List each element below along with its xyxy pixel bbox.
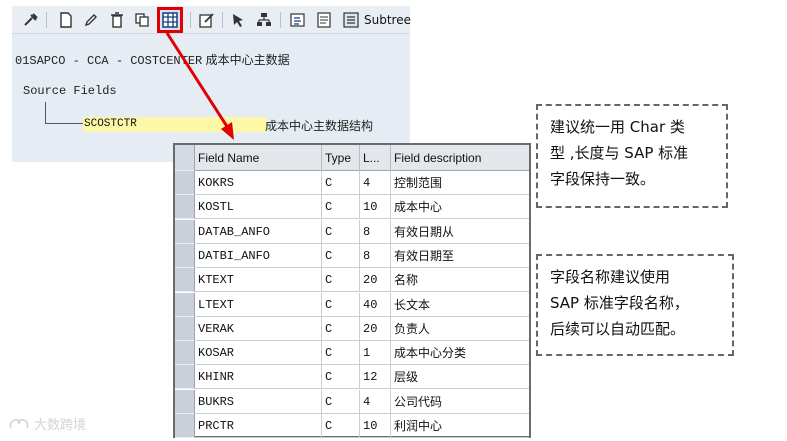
cell-description[interactable]: 成本中心 bbox=[391, 195, 529, 219]
row-selector[interactable] bbox=[175, 219, 195, 244]
table-row[interactable]: PRCTR C 10 利润中心 bbox=[175, 414, 529, 438]
cell-length[interactable]: 10 bbox=[360, 195, 391, 220]
cell-description[interactable]: 成本中心分类 bbox=[391, 341, 529, 365]
column-header-length[interactable]: L... bbox=[360, 145, 391, 171]
note-line: 建议统一用 Char 类 bbox=[550, 118, 685, 136]
watermark-text: 大数跨境 bbox=[34, 418, 87, 433]
table-row[interactable]: VERAK C 20 负责人 bbox=[175, 316, 529, 341]
table-row[interactable]: BUKRS C 4 公司代码 bbox=[175, 389, 529, 414]
table-row[interactable]: DATBI_ANFO C 8 有效日期至 bbox=[175, 243, 529, 268]
cell-description[interactable]: 利润中心 bbox=[391, 414, 529, 438]
row-selector[interactable] bbox=[175, 292, 195, 317]
note-line: 型 ,长度与 SAP 标准 bbox=[550, 144, 689, 162]
note-line: SAP 标准字段名称， bbox=[550, 294, 689, 312]
table-header: Field Name Type L... Field description bbox=[175, 145, 529, 171]
cell-description[interactable]: 公司代码 bbox=[391, 390, 529, 414]
row-selector[interactable] bbox=[175, 414, 195, 438]
cell-description[interactable]: 长文本 bbox=[391, 293, 529, 317]
select-all-cell[interactable] bbox=[175, 145, 195, 171]
table-row[interactable]: KHINR C 12 层级 bbox=[175, 365, 529, 390]
table-row[interactable]: DATAB_ANFO C 8 有效日期从 bbox=[175, 219, 529, 244]
row-selector[interactable] bbox=[175, 171, 195, 195]
note-line: 后续可以自动匹配。 bbox=[550, 320, 686, 338]
cell-field-name[interactable]: PRCTR bbox=[195, 414, 322, 438]
cell-field-name[interactable]: DATAB_ANFO bbox=[195, 219, 322, 244]
cell-field-name[interactable]: BUKRS bbox=[195, 389, 322, 414]
cell-type[interactable]: C bbox=[322, 195, 360, 220]
column-header-field-name[interactable]: Field Name bbox=[195, 145, 322, 171]
row-selector[interactable] bbox=[175, 316, 195, 341]
cell-type[interactable]: C bbox=[322, 268, 360, 293]
cell-field-name[interactable]: KHINR bbox=[195, 365, 322, 390]
cell-length[interactable]: 8 bbox=[360, 243, 391, 268]
cell-type[interactable]: C bbox=[322, 219, 360, 244]
row-selector[interactable] bbox=[175, 389, 195, 414]
cell-field-name[interactable]: KTEXT bbox=[195, 268, 322, 293]
note-char-type: 建议统一用 Char 类 型 ,长度与 SAP 标准 字段保持一致。 bbox=[536, 104, 728, 208]
cell-field-name[interactable]: VERAK bbox=[195, 316, 322, 341]
table-row[interactable]: KOKRS C 4 控制范围 bbox=[175, 171, 529, 195]
cell-field-name[interactable]: KOSAR bbox=[195, 341, 322, 366]
row-selector[interactable] bbox=[175, 341, 195, 366]
cell-length[interactable]: 1 bbox=[360, 341, 391, 366]
cell-description[interactable]: 有效日期从 bbox=[391, 220, 529, 244]
cell-length[interactable]: 20 bbox=[360, 316, 391, 341]
table-row[interactable]: KOSTL C 10 成本中心 bbox=[175, 195, 529, 220]
cell-length[interactable]: 40 bbox=[360, 292, 391, 317]
note-line: 字段名称建议使用 bbox=[550, 268, 671, 286]
table-row[interactable]: KOSAR C 1 成本中心分类 bbox=[175, 341, 529, 366]
note-line: 字段保持一致。 bbox=[550, 170, 656, 188]
cell-length[interactable]: 12 bbox=[360, 365, 391, 390]
row-selector[interactable] bbox=[175, 365, 195, 390]
cell-length[interactable]: 20 bbox=[360, 268, 391, 293]
cell-field-name[interactable]: KOKRS bbox=[195, 171, 322, 195]
cell-field-name[interactable]: KOSTL bbox=[195, 195, 322, 220]
cell-length[interactable]: 4 bbox=[360, 171, 391, 195]
cell-type[interactable]: C bbox=[322, 341, 360, 366]
cell-type[interactable]: C bbox=[322, 365, 360, 390]
cell-field-name[interactable]: DATBI_ANFO bbox=[195, 243, 322, 268]
row-selector[interactable] bbox=[175, 195, 195, 220]
cell-type[interactable]: C bbox=[322, 243, 360, 268]
cell-field-name[interactable]: LTEXT bbox=[195, 292, 322, 317]
watermark: 大数跨境 bbox=[8, 414, 86, 433]
cell-length[interactable]: 10 bbox=[360, 414, 391, 438]
table-row[interactable]: KTEXT C 20 名称 bbox=[175, 268, 529, 293]
cell-type[interactable]: C bbox=[322, 292, 360, 317]
note-field-name: 字段名称建议使用 SAP 标准字段名称， 后续可以自动匹配。 bbox=[536, 254, 734, 356]
row-selector[interactable] bbox=[175, 268, 195, 293]
table-row[interactable]: LTEXT C 40 长文本 bbox=[175, 292, 529, 317]
cell-description[interactable]: 名称 bbox=[391, 268, 529, 292]
cell-description[interactable]: 负责人 bbox=[391, 317, 529, 341]
cell-description[interactable]: 有效日期至 bbox=[391, 244, 529, 268]
cell-description[interactable]: 控制范围 bbox=[391, 171, 529, 195]
cell-type[interactable]: C bbox=[322, 316, 360, 341]
column-header-description[interactable]: Field description bbox=[391, 145, 529, 171]
cell-description[interactable]: 层级 bbox=[391, 365, 529, 389]
row-selector[interactable] bbox=[175, 243, 195, 268]
watermark-logo-icon bbox=[9, 418, 29, 428]
cell-type[interactable]: C bbox=[322, 414, 360, 438]
cell-type[interactable]: C bbox=[322, 389, 360, 414]
cell-length[interactable]: 4 bbox=[360, 389, 391, 414]
field-structure-table: Field Name Type L... Field description K… bbox=[173, 143, 531, 438]
column-header-type[interactable]: Type bbox=[322, 145, 360, 171]
cell-length[interactable]: 8 bbox=[360, 219, 391, 244]
cell-type[interactable]: C bbox=[322, 171, 360, 195]
